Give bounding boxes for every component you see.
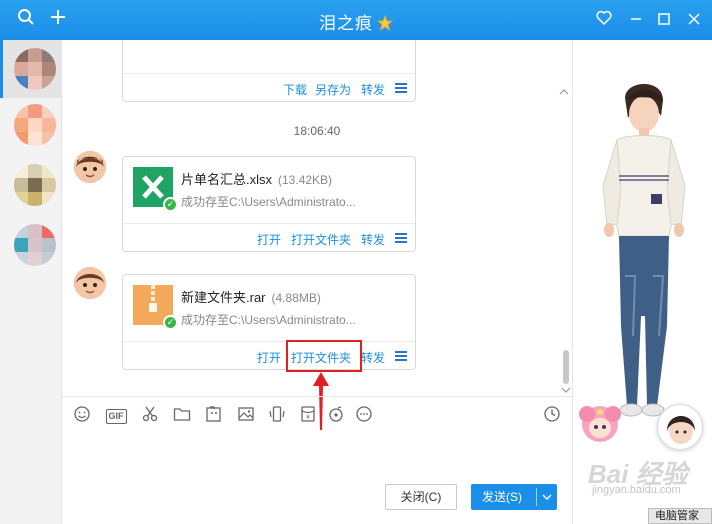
save-as-link[interactable]: 另存为 bbox=[315, 81, 351, 98]
menu-icon[interactable] bbox=[395, 351, 407, 361]
contact-avatar-1[interactable] bbox=[14, 48, 56, 90]
open-file-link[interactable]: 打开 bbox=[257, 349, 281, 366]
open-folder-link[interactable]: 打开文件夹 bbox=[291, 231, 351, 248]
checkmark-icon: ✓ bbox=[163, 315, 178, 330]
close-icon[interactable] bbox=[682, 8, 706, 32]
file-name: 新建文件夹.rar (4.88MB) bbox=[181, 287, 321, 306]
highlight-box bbox=[286, 340, 362, 372]
history-clock-icon[interactable] bbox=[542, 405, 562, 425]
watermark-url: jingyan.baidu.com bbox=[592, 484, 681, 496]
forward-link[interactable]: 转发 bbox=[361, 231, 385, 248]
scrollbar-thumb[interactable] bbox=[563, 350, 569, 384]
sender-avatar[interactable] bbox=[74, 151, 106, 183]
more-tools-icon[interactable] bbox=[354, 405, 374, 425]
file-actions: 下载 另存为 转发 bbox=[123, 73, 415, 101]
contact-avatar-4[interactable] bbox=[14, 224, 56, 266]
emoji-icon[interactable] bbox=[72, 405, 92, 425]
file-status: 成功存至C:\Users\Administrato... bbox=[181, 195, 356, 209]
chevron-down-icon[interactable] bbox=[540, 485, 554, 517]
scroll-up-icon[interactable] bbox=[559, 84, 569, 95]
message-timestamp: 18:06:40 bbox=[293, 124, 341, 138]
file-size: (4.88MB) bbox=[271, 291, 321, 305]
message-input[interactable] bbox=[62, 432, 572, 480]
file-actions: 打开 打开文件夹 转发 bbox=[123, 223, 415, 251]
gif-icon[interactable]: GIF bbox=[104, 405, 128, 425]
sticker-icon[interactable] bbox=[204, 405, 224, 425]
image-icon[interactable] bbox=[236, 405, 256, 425]
file-size: (13.42KB) bbox=[278, 173, 333, 187]
title-bar: 泪之痕 bbox=[0, 0, 712, 40]
open-file-link[interactable]: 打开 bbox=[257, 231, 281, 248]
sticker-character-icon bbox=[577, 402, 623, 448]
checkmark-icon: ✓ bbox=[163, 197, 178, 212]
red-packet-icon[interactable]: ¥ bbox=[298, 405, 318, 425]
send-label: 发送(S) bbox=[482, 490, 522, 504]
close-button[interactable]: 关闭(C) bbox=[385, 484, 457, 510]
selected-indicator bbox=[0, 40, 3, 98]
character-figure bbox=[602, 84, 686, 417]
contact-avatar-3[interactable] bbox=[14, 164, 56, 206]
excel-file-icon: ✓ bbox=[133, 167, 178, 212]
shake-window-icon[interactable] bbox=[267, 405, 287, 425]
archive-file-icon: ✓ bbox=[133, 285, 178, 330]
contact-name: 泪之痕 bbox=[319, 14, 373, 33]
send-divider bbox=[536, 488, 537, 506]
input-toolbar: GIF ¥ bbox=[62, 396, 572, 432]
message-list: 下载 另存为 转发 18:06:40 ✓ 片单名汇总.xlsx (13.42KB)… bbox=[62, 40, 572, 394]
folder-icon[interactable] bbox=[172, 405, 192, 425]
file-bubble-previous: 下载 另存为 转发 bbox=[122, 40, 416, 102]
file-status: 成功存至C:\Users\Administrato... bbox=[181, 313, 356, 327]
file-actions: 打开 打开文件夹 转发 bbox=[123, 341, 415, 369]
forward-link[interactable]: 转发 bbox=[361, 81, 385, 98]
file-name-text: 片单名汇总.xlsx bbox=[181, 172, 273, 187]
my-avatar[interactable] bbox=[657, 404, 703, 450]
scroll-down-icon[interactable] bbox=[560, 382, 572, 393]
taskbar-item[interactable]: 电脑管家 bbox=[648, 508, 712, 524]
chat-window: 泪之痕 下载 另存为 转发 18:06:40 ✓ 片单名汇总.xlsx (13.… bbox=[0, 0, 712, 524]
show-panel bbox=[572, 40, 712, 524]
gif-label: GIF bbox=[105, 409, 127, 424]
forward-link[interactable]: 转发 bbox=[361, 349, 385, 366]
file-bubble-xlsx[interactable]: ✓ 片单名汇总.xlsx (13.42KB) 成功存至C:\Users\Admin… bbox=[122, 156, 416, 252]
svg-text:¥: ¥ bbox=[306, 414, 310, 421]
screenshot-scissors-icon[interactable] bbox=[140, 405, 160, 425]
menu-icon[interactable] bbox=[395, 83, 407, 93]
music-icon[interactable] bbox=[326, 405, 346, 425]
sender-avatar[interactable] bbox=[74, 267, 106, 299]
contact-avatar-2[interactable] bbox=[14, 104, 56, 146]
file-name: 片单名汇总.xlsx (13.42KB) bbox=[181, 169, 332, 188]
minimize-icon[interactable] bbox=[624, 8, 648, 32]
send-button[interactable]: 发送(S) bbox=[471, 484, 557, 510]
file-bubble-rar[interactable]: ✓ 新建文件夹.rar (4.88MB) 成功存至C:\Users\Adminis… bbox=[122, 274, 416, 370]
file-name-text: 新建文件夹.rar bbox=[181, 290, 266, 305]
star-icon bbox=[376, 14, 394, 31]
skin-icon[interactable] bbox=[592, 8, 616, 32]
menu-icon[interactable] bbox=[395, 233, 407, 243]
maximize-icon[interactable] bbox=[652, 8, 676, 32]
download-link[interactable]: 下载 bbox=[283, 81, 307, 98]
contact-sidebar bbox=[0, 40, 62, 524]
